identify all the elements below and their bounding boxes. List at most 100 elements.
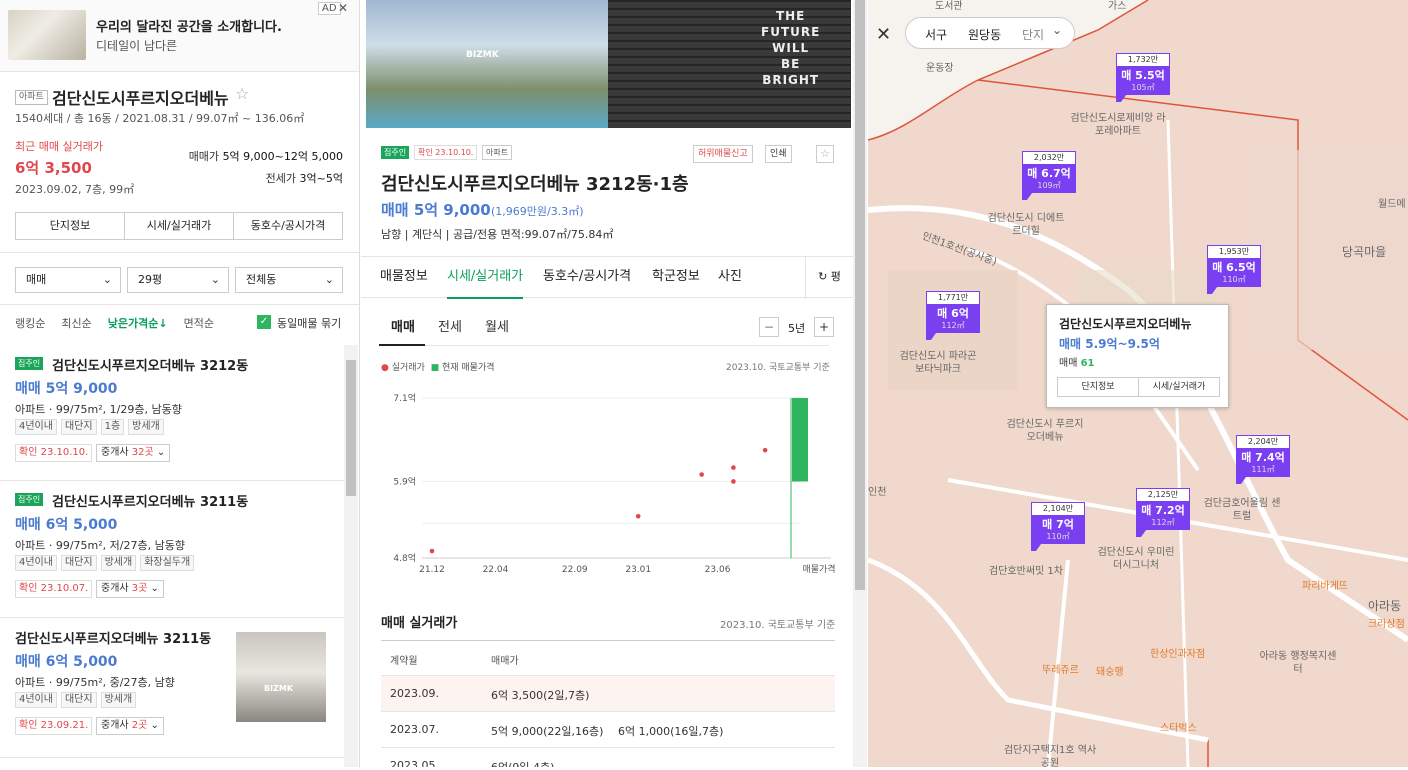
agent-dropdown[interactable]: 중개사 3곳 ⌄ bbox=[96, 580, 164, 598]
agent-dropdown[interactable]: 중개사 2곳 ⌄ bbox=[96, 717, 164, 735]
agent-count: 3곳 bbox=[131, 583, 148, 594]
ad-close-icon[interactable]: ✕ bbox=[338, 1, 348, 15]
map-label: 검단신도시 푸르지오더베뉴 bbox=[1006, 419, 1084, 443]
detail-scrollbar-thumb[interactable] bbox=[855, 0, 865, 590]
subtab-sale[interactable]: 매매 bbox=[391, 316, 415, 335]
tab-unit-price[interactable]: 동호수/공시가격 bbox=[543, 257, 631, 297]
owner-badge: 집주인 bbox=[381, 146, 410, 159]
listing-chips: 4년이내 대단지 방세개 화장실두개 bbox=[15, 555, 195, 571]
slogan-line: BRIGHT bbox=[762, 73, 820, 87]
map-price-marker[interactable]: 1,953만 매 6.5억 110㎡ bbox=[1207, 245, 1261, 294]
chip: 화장실두개 bbox=[140, 555, 195, 571]
chevron-down-icon[interactable]: ⌄ bbox=[1052, 23, 1062, 37]
sort-area[interactable]: 면적순 bbox=[184, 315, 214, 331]
listing-thumbnail[interactable]: BIZMK bbox=[236, 632, 326, 722]
crumb-dong[interactable]: 원당동 bbox=[968, 26, 1001, 43]
jeonse-range: 전세가 3억~5억 bbox=[163, 170, 343, 186]
report-button[interactable]: 허위매물신고 bbox=[693, 145, 753, 163]
map-poi: 크라상점 bbox=[1368, 619, 1405, 630]
slogan-line: BE bbox=[780, 57, 801, 71]
subtab-jeonse[interactable]: 전세 bbox=[438, 316, 462, 335]
map-poi: 스타벅스 bbox=[1160, 723, 1197, 734]
tab-price-history[interactable]: 시세/실거래가 bbox=[125, 213, 234, 239]
marker-area: 110㎡ bbox=[1222, 275, 1246, 284]
crumb-gu[interactable]: 서구 bbox=[925, 26, 947, 43]
listing-item[interactable]: 집주인 검단신도시푸르지오더베뉴 3212동 매매 5억 9,000 아파트 ·… bbox=[0, 345, 344, 481]
tab-price[interactable]: 시세/실거래가 bbox=[447, 257, 524, 299]
subtab-monthly[interactable]: 월세 bbox=[485, 316, 509, 335]
popup-complex-info-button[interactable]: 단지정보 bbox=[1058, 378, 1139, 396]
map-price-marker[interactable]: 2,125만 매 7.2억 112㎡ bbox=[1136, 488, 1190, 537]
listing-name[interactable]: 검단신도시푸르지오더베뉴 3211동 bbox=[15, 628, 211, 647]
listing-price: 매매 6억 5,000 bbox=[15, 654, 118, 670]
divider bbox=[379, 345, 829, 346]
marker-price: 매 7.4억 bbox=[1241, 451, 1285, 464]
map-price-marker[interactable]: 1,732만 매 5.5억 105㎡ bbox=[1116, 53, 1170, 102]
marker-tip bbox=[1116, 95, 1126, 102]
marker-area: 110㎡ bbox=[1046, 532, 1070, 541]
listing-desc: 아파트 · 99/75m², 1/29층, 남동향 bbox=[15, 403, 182, 416]
dong-value: 전체동 bbox=[246, 273, 277, 286]
period-increase-button[interactable]: + bbox=[814, 317, 834, 337]
chip: 4년이내 bbox=[15, 419, 57, 435]
dong-select[interactable]: 전체동 ⌄ bbox=[235, 267, 343, 293]
apartment-photo[interactable]: BIZMK bbox=[366, 0, 608, 128]
favorite-star-icon[interactable]: ☆ bbox=[816, 145, 834, 163]
recent-deal-label: 최근 매매 실거래가 bbox=[15, 140, 103, 153]
y-tick-label: 4.8억 bbox=[393, 552, 416, 564]
chip: 방세개 bbox=[128, 419, 164, 435]
sort-ranking[interactable]: 랭킹순 bbox=[15, 315, 45, 331]
ad-title[interactable]: 우리의 달라진 공간을 소개합니다. bbox=[96, 16, 282, 35]
deal-point bbox=[731, 479, 736, 484]
map-label: 검단금호어울림 센트럴 bbox=[1203, 498, 1281, 522]
y-tick-label: 5.9억 bbox=[393, 475, 416, 487]
tab-listing-info[interactable]: 매물정보 bbox=[380, 257, 428, 297]
group-listings-checkbox[interactable]: ✓ bbox=[257, 315, 271, 329]
period-decrease-button[interactable]: − bbox=[759, 317, 779, 337]
listing-item[interactable]: 집주인 검단신도시푸르지오더베뉴 3211동 매매 6억 5,000 아파트 ·… bbox=[0, 481, 344, 618]
deal-type-select[interactable]: 매매 ⌄ bbox=[15, 267, 121, 293]
print-button[interactable]: 인쇄 bbox=[765, 145, 792, 163]
complex-type-tag: 아파트 bbox=[15, 90, 48, 105]
tab-unit-price[interactable]: 동호수/공시가격 bbox=[234, 213, 342, 239]
list-scrollbar-thumb[interactable] bbox=[346, 360, 356, 496]
agent-dropdown[interactable]: 중개사 32곳 ⌄ bbox=[96, 444, 171, 462]
sort-latest[interactable]: 최신순 bbox=[61, 315, 91, 331]
sale-value: 5억 9,000~12억 5,000 bbox=[222, 150, 343, 163]
map-price-marker[interactable]: 2,104만 매 7억 110㎡ bbox=[1031, 502, 1085, 551]
marker-area: 112㎡ bbox=[1151, 518, 1175, 527]
ad-image[interactable] bbox=[8, 10, 86, 60]
group-listings-label[interactable]: 동일매물 묶기 bbox=[277, 315, 341, 331]
size-select[interactable]: 29평 ⌄ bbox=[127, 267, 229, 293]
map-breadcrumb: 서구 원당동 단지 ⌄ bbox=[905, 17, 1075, 49]
confirm-badge: 확인 23.10.07. bbox=[15, 580, 93, 598]
marker-area: 111㎡ bbox=[1251, 465, 1275, 474]
crumb-complex[interactable]: 단지 bbox=[1022, 26, 1044, 43]
y-tick-label: 7.1억 bbox=[393, 392, 416, 404]
map-price-marker[interactable]: 2,204만 매 7.4억 111㎡ bbox=[1236, 435, 1290, 484]
listing-name[interactable]: 검단신도시푸르지오더베뉴 3212동 bbox=[52, 355, 248, 374]
popup-price-button[interactable]: 시세/실거래가 bbox=[1139, 378, 1219, 396]
tab-school[interactable]: 학군정보 bbox=[652, 257, 700, 297]
ad-banner[interactable]: 우리의 달라진 공간을 소개합니다. 디테일이 남다른 AD ✕ bbox=[0, 0, 359, 72]
map-label: 도서관 bbox=[935, 1, 963, 12]
tab-complex-info[interactable]: 단지정보 bbox=[16, 213, 125, 239]
photo-slogan: THE FUTURE WILL BE BRIGHT bbox=[761, 8, 820, 88]
cell-price-2: 6억 1,000(16일,7층) bbox=[618, 725, 724, 738]
unit-toggle-button[interactable]: ↻ 평 bbox=[805, 257, 853, 299]
favorite-star-icon[interactable]: ☆ bbox=[235, 84, 249, 103]
cell-month: 2023.07. bbox=[390, 723, 439, 736]
map-price-marker[interactable]: 2,032만 매 6.7억 109㎡ bbox=[1022, 151, 1076, 200]
sort-low-price[interactable]: 낮은가격순↓ bbox=[108, 315, 168, 331]
marker-tip bbox=[1031, 544, 1041, 551]
ad-subtitle[interactable]: 디테일이 남다른 bbox=[96, 37, 177, 54]
marker-price: 매 6.5억 bbox=[1212, 261, 1256, 274]
listing-item[interactable]: 검단신도시푸르지오더베뉴 3211동 매매 6억 5,000 아파트 · 99/… bbox=[0, 618, 344, 758]
tab-photos[interactable]: 사진 bbox=[718, 257, 742, 297]
map-label: 검단신도시 우미린더시그니처 bbox=[1097, 547, 1175, 571]
map-price-marker[interactable]: 1,771만 매 6억 112㎡ bbox=[926, 291, 980, 340]
map-close-icon[interactable]: ✕ bbox=[876, 24, 891, 45]
listing-name[interactable]: 검단신도시푸르지오더베뉴 3211동 bbox=[52, 491, 248, 510]
thumb-logo: BIZMK bbox=[264, 684, 294, 693]
complex-popup[interactable]: 검단신도시푸르지오더베뉴 매매 5.9억~9.5억 매매 61 단지정보 시세/… bbox=[1046, 304, 1229, 408]
